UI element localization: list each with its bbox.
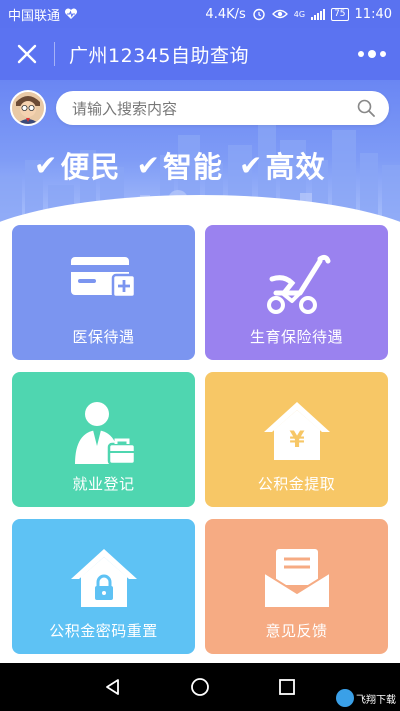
tile-label: 意见反馈 bbox=[265, 622, 328, 640]
back-triangle-icon bbox=[106, 679, 120, 695]
slogan: ✔ 便民 ✔ 智能 ✔ 高效 bbox=[34, 144, 325, 186]
banner: 请输入搜索内容 ✔ 便民 ✔ 智能 ✔ 高效 bbox=[0, 80, 400, 225]
heart-icon bbox=[65, 8, 78, 19]
network-speed: 4.4K/s bbox=[205, 6, 246, 22]
title-bar: 广州12345自助查询 bbox=[0, 28, 400, 80]
user-avatar-icon bbox=[12, 92, 44, 124]
tile-label: 医保待遇 bbox=[72, 328, 135, 346]
stroller-icon bbox=[266, 254, 330, 314]
envelope-icon bbox=[263, 549, 330, 607]
system-nav-bar: 飞翔下载 bbox=[0, 663, 400, 711]
clock-time: 11:40 bbox=[354, 6, 392, 22]
slogan-item: ✔ 智能 bbox=[136, 144, 222, 186]
network-type: 4G bbox=[293, 9, 306, 19]
slogan-text: 高效 bbox=[265, 150, 326, 184]
eye-icon bbox=[271, 9, 288, 19]
recents-square-icon bbox=[278, 679, 295, 695]
slogan-item: ✔ 便民 bbox=[34, 144, 120, 186]
tile-provident-fund-password-reset[interactable]: 公积金密码重置 bbox=[12, 519, 195, 654]
tile-maternity-insurance[interactable]: 生育保险待遇 bbox=[205, 225, 388, 360]
back-button[interactable] bbox=[93, 667, 133, 707]
tile-employment-registration[interactable]: 就业登记 bbox=[12, 372, 195, 507]
search-icon[interactable] bbox=[357, 99, 375, 117]
svg-text:¥: ¥ bbox=[289, 428, 305, 453]
more-dot-icon bbox=[358, 51, 364, 57]
avatar[interactable] bbox=[10, 90, 46, 126]
fund-house-icon: ¥ bbox=[263, 402, 330, 460]
watermark-text: 飞翔下载 bbox=[356, 694, 396, 706]
slogan-item: ✔ 高效 bbox=[239, 144, 325, 186]
alarm-clock-icon bbox=[253, 8, 265, 21]
tile-label: 就业登记 bbox=[72, 475, 135, 493]
close-icon bbox=[17, 44, 37, 64]
slogan-text: 便民 bbox=[60, 150, 121, 184]
signal-icon bbox=[311, 8, 326, 20]
search-placeholder: 请输入搜索内容 bbox=[72, 99, 178, 118]
more-dot-icon bbox=[368, 50, 376, 58]
tile-label: 生育保险待遇 bbox=[249, 328, 343, 346]
check-icon: ✔ bbox=[238, 148, 264, 182]
battery-icon: 75 bbox=[331, 7, 349, 21]
medical-card-icon bbox=[70, 257, 136, 299]
tile-label: 公积金提取 bbox=[257, 475, 336, 493]
recents-button[interactable] bbox=[267, 667, 307, 707]
tile-medical-insurance[interactable]: 医保待遇 bbox=[12, 225, 195, 360]
search-input[interactable]: 请输入搜索内容 bbox=[56, 91, 389, 125]
page-title: 广州12345自助查询 bbox=[69, 44, 249, 67]
watermark: 飞翔下载 bbox=[336, 689, 396, 707]
more-dot-icon bbox=[380, 51, 386, 57]
employee-icon bbox=[74, 402, 136, 466]
check-icon: ✔ bbox=[136, 148, 161, 182]
tile-label: 公积金密码重置 bbox=[49, 622, 158, 640]
status-bar: 中国联通 4.4K/s 4G 75 11:40 bbox=[0, 0, 400, 28]
watermark-logo-icon bbox=[336, 689, 354, 707]
home-button[interactable] bbox=[180, 667, 220, 707]
slogan-text: 智能 bbox=[162, 150, 223, 184]
carrier-label: 中国联通 bbox=[8, 8, 61, 24]
title-divider bbox=[54, 42, 55, 66]
close-button[interactable] bbox=[0, 28, 54, 80]
tile-provident-fund-withdrawal[interactable]: ¥ 公积金提取 bbox=[205, 372, 388, 507]
tile-feedback[interactable]: 意见反馈 bbox=[205, 519, 388, 654]
more-options-button[interactable] bbox=[344, 28, 400, 80]
house-lock-icon bbox=[70, 549, 137, 607]
home-circle-icon bbox=[191, 678, 209, 696]
check-icon: ✔ bbox=[34, 148, 59, 182]
